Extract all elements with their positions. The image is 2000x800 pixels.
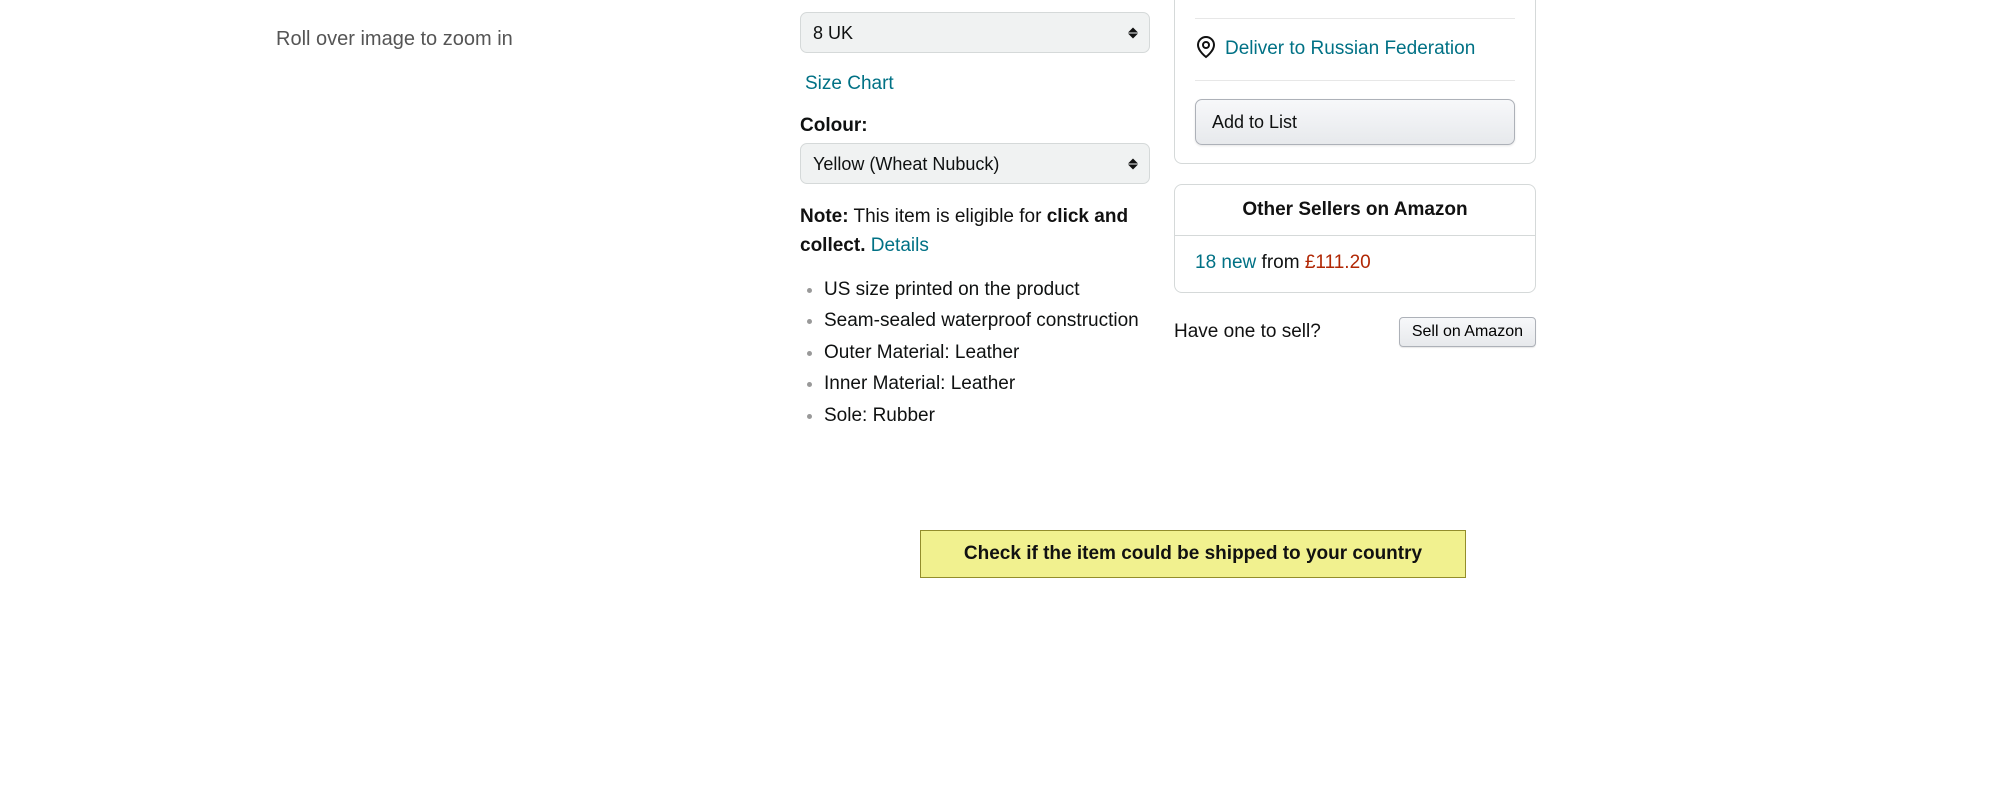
other-sellers-box: Other Sellers on Amazon 18 new from £111… xyxy=(1174,184,1536,293)
sell-prompt: Have one to sell? xyxy=(1174,321,1321,343)
new-offers-link[interactable]: 18 new xyxy=(1195,252,1256,273)
feature-item: Inner Material: Leather xyxy=(824,369,1150,398)
feature-item: Outer Material: Leather xyxy=(824,338,1150,367)
sell-on-amazon-button[interactable]: Sell on Amazon xyxy=(1399,317,1536,347)
buy-box: Deliver to Russian Federation Add to Lis… xyxy=(1174,0,1536,164)
from-text: from xyxy=(1256,252,1305,273)
colour-label: Colour: xyxy=(800,115,1150,137)
shipping-check-banner[interactable]: Check if the item could be shipped to yo… xyxy=(920,530,1466,578)
feature-item: Sole: Rubber xyxy=(824,401,1150,430)
feature-item: Seam-sealed waterproof construction xyxy=(824,306,1150,335)
sell-row: Have one to sell? Sell on Amazon xyxy=(1174,317,1536,347)
buy-box-column: Deliver to Russian Federation Add to Lis… xyxy=(1174,0,1536,347)
deliver-to-link[interactable]: Deliver to Russian Federation xyxy=(1225,38,1475,60)
price-text: £111.20 xyxy=(1305,252,1371,273)
size-select[interactable]: 8 UK xyxy=(800,12,1150,53)
note-section: Note: This item is eligible for click an… xyxy=(800,202,1150,261)
other-sellers-header: Other Sellers on Amazon xyxy=(1175,185,1535,236)
note-prefix: Note: xyxy=(800,206,849,227)
size-chart-link[interactable]: Size Chart xyxy=(805,73,894,95)
zoom-hint-text: Roll over image to zoom in xyxy=(276,28,513,51)
details-link[interactable]: Details xyxy=(871,235,929,256)
other-sellers-body: 18 new from £111.20 xyxy=(1175,236,1535,292)
feature-bullets: US size printed on the product Seam-seal… xyxy=(800,275,1150,430)
location-icon xyxy=(1195,35,1217,62)
note-text: This item is eligible for xyxy=(849,206,1047,227)
colour-select-wrap: Yellow (Wheat Nubuck) xyxy=(800,143,1150,184)
feature-item: US size printed on the product xyxy=(824,275,1150,304)
deliver-row[interactable]: Deliver to Russian Federation xyxy=(1195,19,1515,80)
colour-select[interactable]: Yellow (Wheat Nubuck) xyxy=(800,143,1150,184)
add-to-list-button[interactable]: Add to List xyxy=(1195,99,1515,145)
divider xyxy=(1195,80,1515,81)
size-select-wrap: 8 UK xyxy=(800,12,1150,53)
product-options-column: 8 UK Size Chart Colour: Yellow (Wheat Nu… xyxy=(800,12,1150,432)
